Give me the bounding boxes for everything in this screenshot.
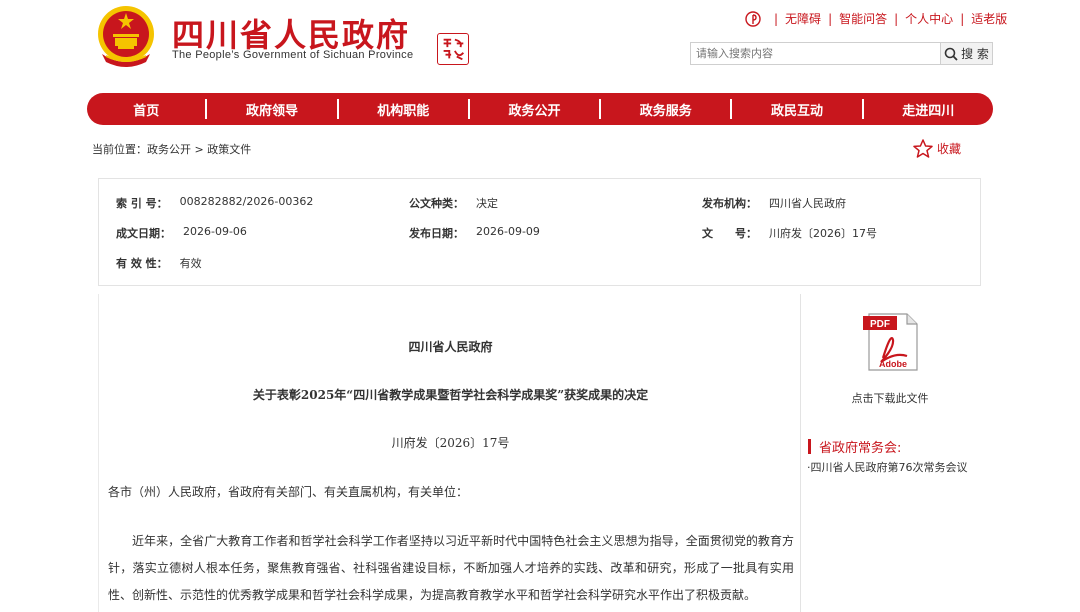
adobe-text: Adobe (879, 359, 907, 369)
info-created-value: 2026-09-06 (183, 225, 247, 238)
separator: | (894, 11, 899, 26)
top-links: | 无障碍 | 智能问答 | 个人中心 | 适老版 (745, 10, 1007, 27)
nav-item-functions[interactable]: 机构职能 (339, 100, 468, 119)
info-published: 发布日期： 2026-09-09 (409, 225, 540, 241)
document-paragraph: 近年来，全省广大教育工作者和哲学社会科学工作者坚持以习近平新时代中国特色社会主义… (108, 534, 794, 602)
search-button[interactable]: 搜 索 (940, 43, 992, 64)
nav-item-services[interactable]: 政务服务 (601, 100, 730, 119)
elderly-mode-link[interactable]: 适老版 (971, 10, 1007, 27)
info-created-label: 成文日期： (116, 227, 171, 240)
personal-center-link[interactable]: 个人中心 (905, 10, 953, 27)
breadcrumb: 当前位置：政务公开 > 政策文件 (92, 141, 251, 157)
document-info-box: 索 引 号： 008282882/2026-00362 公文种类： 决定 发布机… (98, 178, 981, 286)
document-org: 四川省人民政府 (408, 340, 493, 354)
search-input[interactable] (691, 43, 940, 64)
separator: | (828, 11, 833, 26)
star-icon (913, 139, 933, 158)
pdf-badge-text: PDF (870, 319, 890, 330)
nav-item-open-government[interactable]: 政务公开 (470, 100, 599, 119)
document-title: 关于表彰2025年“四川省教学成果暨哲学社会科学成果奖”获奖成果的决定 (252, 388, 649, 402)
favorite-button[interactable]: 收藏 (913, 139, 961, 158)
info-validity-value: 有效 (179, 257, 202, 270)
document-number: 川府发〔2026〕17号 (391, 436, 510, 450)
info-type-label: 公文种类： (409, 197, 464, 210)
sidebar-meeting-link[interactable]: ·四川省人民政府第76次常务会议 (807, 459, 968, 475)
site-subtitle: The People’s Government of Sichuan Provi… (172, 49, 414, 61)
search-box: 搜 索 (690, 42, 993, 65)
info-validity: 有 效 性： 有效 (116, 255, 202, 271)
document-salutation: 各市（州）人民政府，省政府有关部门、有关直属机构，有关单位： (108, 485, 469, 499)
info-docno: 文 号： 川府发〔2026〕17号 (702, 225, 877, 241)
info-index-value: 008282882/2026-00362 (179, 195, 314, 208)
info-docno-value: 川府发〔2026〕17号 (769, 227, 877, 240)
document-content: 四川省人民政府 关于表彰2025年“四川省教学成果暨哲学社会科学成果奖”获奖成果… (98, 294, 801, 612)
sidebar-section-label: 省政府常务会: (819, 441, 902, 456)
accessibility-link[interactable]: 无障碍 (785, 10, 821, 27)
info-type: 公文种类： 决定 (409, 195, 498, 211)
info-publisher-label: 发布机构： (702, 197, 757, 210)
site-header: 四川省人民政府 The People’s Government of Sichu… (0, 0, 1080, 90)
search-button-label: 搜 索 (961, 47, 989, 61)
info-publisher: 发布机构： 四川省人民政府 (702, 195, 846, 211)
info-validity-label: 有 效 性： (116, 257, 168, 270)
smart-qa-link[interactable]: 智能问答 (839, 10, 887, 27)
section-marker (808, 439, 811, 454)
seal-logo-icon (437, 33, 469, 65)
info-docno-label: 文 号： (702, 227, 757, 240)
favorite-label: 收藏 (937, 142, 962, 156)
pin-icon[interactable] (745, 10, 761, 27)
info-type-value: 决定 (476, 197, 498, 210)
info-index: 索 引 号： 008282882/2026-00362 (116, 195, 313, 211)
separator: | (960, 11, 965, 26)
national-emblem-icon (98, 6, 154, 67)
info-index-label: 索 引 号： (116, 197, 168, 210)
info-published-label: 发布日期： (409, 227, 464, 240)
breadcrumb-path[interactable]: 政务公开 > 政策文件 (147, 143, 251, 156)
nav-item-home[interactable]: 首页 (87, 100, 205, 119)
nav-item-interaction[interactable]: 政民互动 (732, 100, 861, 119)
info-published-value: 2026-09-09 (476, 225, 540, 238)
nav-item-leaders[interactable]: 政府领导 (207, 100, 336, 119)
sidebar-section-title: 省政府常务会: (808, 437, 901, 456)
search-icon (944, 47, 958, 61)
info-created: 成文日期： 2026-09-06 (116, 225, 247, 241)
main-nav: 首页 政府领导 机构职能 政务公开 政务服务 政民互动 走进四川 (87, 93, 993, 125)
breadcrumb-prefix: 当前位置： (92, 143, 147, 156)
separator: | (774, 11, 779, 26)
info-publisher-value: 四川省人民政府 (769, 197, 846, 210)
download-link[interactable]: 点击下载此文件 (820, 390, 960, 406)
pdf-file-icon[interactable]: PDF Adobe (861, 312, 921, 372)
nav-item-about-sichuan[interactable]: 走进四川 (864, 100, 993, 119)
